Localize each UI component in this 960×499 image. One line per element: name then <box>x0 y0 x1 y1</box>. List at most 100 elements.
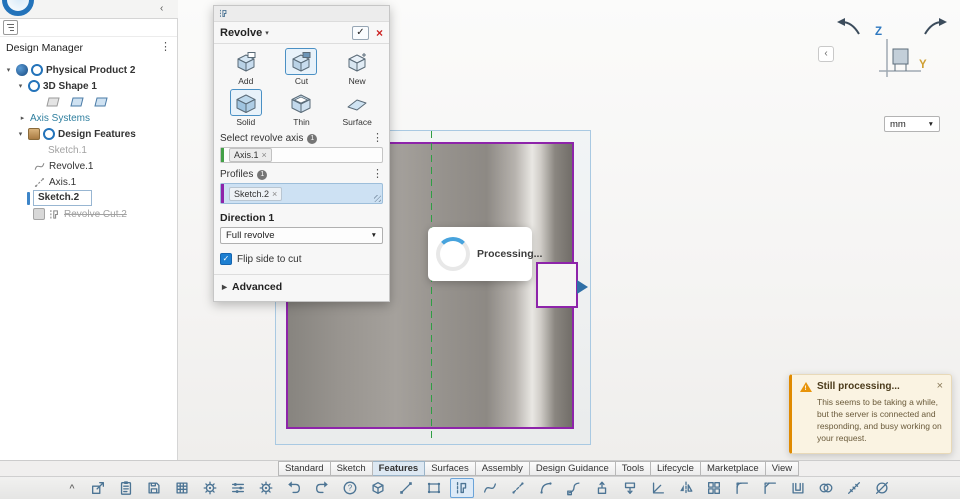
panel-collapse-button[interactable]: ‹ <box>160 3 163 14</box>
tab-design-guidance[interactable]: Design Guidance <box>529 461 616 476</box>
resize-grip-icon[interactable] <box>374 195 381 202</box>
profiles-input[interactable]: Sketch.2 × <box>220 183 383 204</box>
flip-checkbox[interactable]: ✓ <box>220 253 232 265</box>
axis-line-icon[interactable] <box>506 478 530 498</box>
mirror-icon[interactable] <box>674 478 698 498</box>
units-dropdown-caret-icon: ▼ <box>927 120 934 128</box>
primitive-box-icon[interactable] <box>366 478 390 498</box>
chamfer-icon[interactable] <box>758 478 782 498</box>
expand-caret-icon[interactable]: ▾ <box>16 130 25 138</box>
tab-lifecycle[interactable]: Lifecycle <box>650 461 701 476</box>
pattern-grid-icon[interactable] <box>702 478 726 498</box>
expand-caret-icon[interactable]: ▾ <box>16 82 25 90</box>
tab-view[interactable]: View <box>765 461 800 476</box>
advanced-expander[interactable]: ▶ Advanced <box>214 274 389 301</box>
tab-assembly[interactable]: Assembly <box>475 461 530 476</box>
tree-item-axis1[interactable]: Axis.1 <box>0 174 177 190</box>
save-icon[interactable] <box>142 478 166 498</box>
tab-tools[interactable]: Tools <box>615 461 651 476</box>
plane-yz-icon[interactable] <box>70 96 84 108</box>
units-select[interactable]: mm ▼ <box>884 116 940 132</box>
tree-item-axis-systems[interactable]: ▸ Axis Systems <box>0 110 177 126</box>
dialog-drag-bar[interactable] <box>214 6 389 22</box>
share-icon[interactable] <box>86 478 110 498</box>
help-icon[interactable] <box>338 478 362 498</box>
axis-chip[interactable]: Axis.1 × <box>229 148 272 162</box>
tab-standard[interactable]: Standard <box>278 461 331 476</box>
cut-direction-arrow[interactable] <box>577 280 588 294</box>
line-icon[interactable] <box>394 478 418 498</box>
chip-remove-icon[interactable]: × <box>272 189 277 199</box>
tab-marketplace[interactable]: Marketplace <box>700 461 766 476</box>
option-new[interactable]: New <box>329 48 385 86</box>
profile-chip[interactable]: Sketch.2 × <box>229 186 283 201</box>
option-cut[interactable]: Cut <box>274 48 330 86</box>
tree-item-sketch1[interactable]: Sketch.1 <box>0 142 177 158</box>
expand-caret-icon[interactable]: ▾ <box>4 66 13 74</box>
revolve-tool-icon[interactable] <box>450 478 474 498</box>
sweep-icon[interactable] <box>562 478 586 498</box>
warning-icon: ! <box>800 382 812 392</box>
shell-icon[interactable] <box>786 478 810 498</box>
tab-surfaces[interactable]: Surfaces <box>425 461 476 476</box>
tree-item-revolve-cut2[interactable]: Revolve Cut.2 <box>0 206 177 222</box>
gears-icon[interactable] <box>198 478 222 498</box>
profiles-section-header: Profiles 1 ⋮ <box>214 165 389 182</box>
tree-item-revolve1[interactable]: Revolve.1 <box>0 158 177 174</box>
toolbar-collapse-icon[interactable]: ^ <box>64 483 80 493</box>
panel-menu-dots-icon[interactable]: ⋮ <box>160 42 171 53</box>
tree-item-3d-shape[interactable]: ▾ 3D Shape 1 <box>0 78 177 94</box>
option-thin[interactable]: Thin <box>274 89 330 127</box>
plane-zx-icon[interactable] <box>94 96 108 108</box>
pad-extrude-icon[interactable] <box>590 478 614 498</box>
view-orientation-widget[interactable] <box>877 37 923 83</box>
rotate-view-left-icon[interactable] <box>832 16 862 38</box>
collapsed-caret-icon[interactable]: ▸ <box>18 114 27 122</box>
section-view-icon[interactable] <box>870 478 894 498</box>
revolve-axis-centerline[interactable] <box>431 131 432 442</box>
rotate-view-right-icon[interactable] <box>922 16 952 38</box>
sketch-profile-icon[interactable] <box>422 478 446 498</box>
settings-sliders-icon[interactable] <box>226 478 250 498</box>
count-badge: 1 <box>307 133 318 144</box>
pocket-icon[interactable] <box>618 478 642 498</box>
undo-icon[interactable] <box>282 478 306 498</box>
revolve-feature-icon <box>33 160 46 173</box>
tree-item-design-features[interactable]: ▾ Design Features <box>0 126 177 142</box>
fillet-icon[interactable] <box>730 478 754 498</box>
tree-item-physical-product[interactable]: ▾ Physical Product 2 <box>0 62 177 78</box>
tab-sketch[interactable]: Sketch <box>330 461 373 476</box>
boolean-icon[interactable] <box>814 478 838 498</box>
cancel-button[interactable]: × <box>376 26 383 40</box>
preferences-gear-icon[interactable] <box>254 478 278 498</box>
direction-select[interactable]: Full revolve ▼ <box>220 227 383 244</box>
axis-input[interactable]: Axis.1 × <box>220 147 383 163</box>
plane-xy-icon[interactable] <box>46 96 60 108</box>
section-menu-dots-icon[interactable]: ⋮ <box>372 169 383 180</box>
notification-close-icon[interactable]: × <box>937 381 943 392</box>
redo-icon[interactable] <box>310 478 334 498</box>
arc-icon[interactable] <box>534 478 558 498</box>
flip-side-row: ✓ Flip side to cut <box>220 253 383 265</box>
option-solid[interactable]: Solid <box>218 89 274 127</box>
tree-structure-icon[interactable] <box>3 20 18 35</box>
tree-item-sketch2[interactable]: Sketch.2 <box>0 190 177 206</box>
clipboard-icon[interactable] <box>114 478 138 498</box>
measure-icon[interactable] <box>842 478 866 498</box>
ok-button[interactable]: ✓ <box>351 25 369 40</box>
section-menu-dots-icon[interactable]: ⋮ <box>372 133 383 144</box>
tree-item-reference-planes[interactable] <box>0 94 177 110</box>
drawing-sheet-icon[interactable] <box>170 478 194 498</box>
rib-icon[interactable] <box>646 478 670 498</box>
dialog-title-caret-icon[interactable]: ▾ <box>265 29 269 37</box>
compass-badge-icon <box>31 64 43 76</box>
selected-item-box[interactable]: Sketch.2 <box>33 190 93 206</box>
add-cube-icon <box>237 51 256 71</box>
axis-icon <box>33 176 46 189</box>
chip-remove-icon[interactable]: × <box>262 150 267 160</box>
spline-icon[interactable] <box>478 478 502 498</box>
compass-collapse-button[interactable]: ‹ <box>818 46 834 62</box>
tab-features[interactable]: Features <box>372 461 426 476</box>
option-surface[interactable]: Surface <box>329 89 385 127</box>
option-add[interactable]: Add <box>218 48 274 86</box>
